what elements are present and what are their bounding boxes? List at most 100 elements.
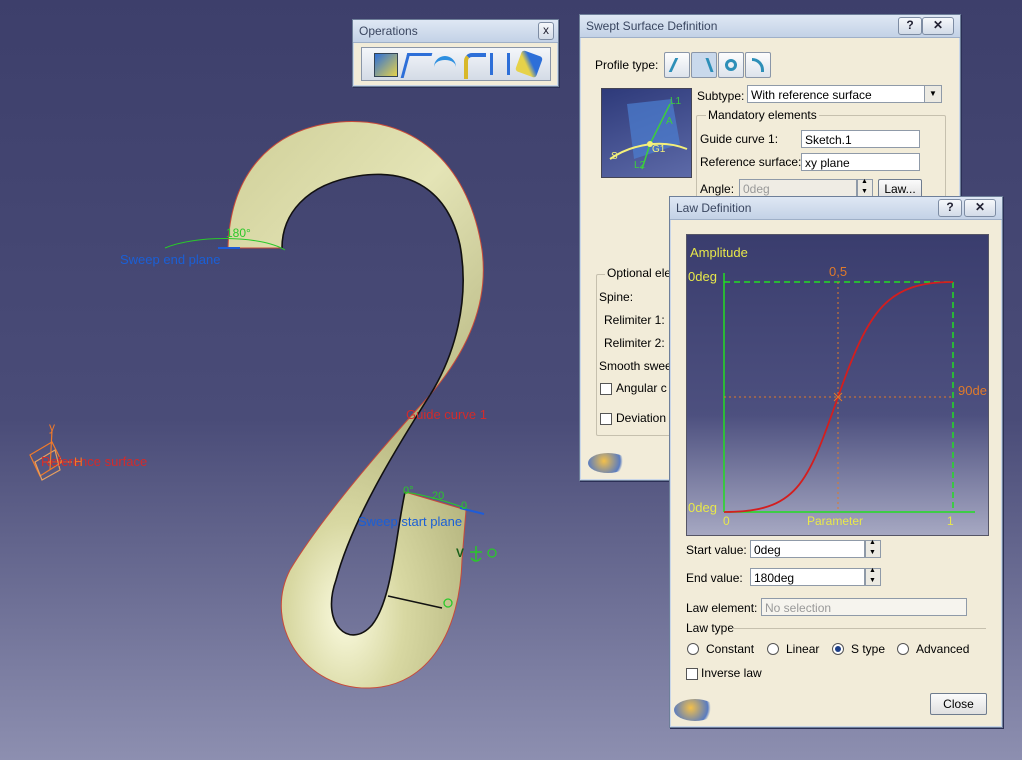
split-icon[interactable] xyxy=(490,53,510,75)
angle-label: 180° xyxy=(226,226,251,240)
guide-curve-field-label: Guide curve 1: xyxy=(700,132,779,146)
s-type-radio[interactable] xyxy=(832,643,844,655)
law-title: Law Definition xyxy=(676,201,752,215)
start-tick-end: 0 xyxy=(461,500,468,512)
preview-s: S xyxy=(611,151,618,162)
angular-label: Angular c xyxy=(616,381,667,395)
operations-icon-strip xyxy=(361,47,551,81)
law-help-button[interactable]: ? xyxy=(938,199,962,217)
surface-inner-edge-upper xyxy=(281,173,464,396)
operations-title: Operations xyxy=(359,24,418,38)
trim-icon[interactable] xyxy=(464,53,486,79)
start-tick-20: 20 xyxy=(432,490,445,502)
angular-checkbox[interactable] xyxy=(600,383,612,395)
line-profile-icon[interactable] xyxy=(691,52,717,78)
axis-y-label: y xyxy=(49,420,55,434)
law-graph[interactable]: Amplitude 0deg 0deg 90de 0,5 0 Parameter… xyxy=(686,234,989,536)
angle-field[interactable]: 0deg xyxy=(739,179,857,197)
sweep-end-plane-label: Sweep end plane xyxy=(120,252,221,267)
mandatory-elements-label: Mandatory elements xyxy=(706,108,819,122)
translate-icon[interactable] xyxy=(400,53,433,78)
circle-profile-icon[interactable] xyxy=(718,52,744,78)
conic-profile-icon[interactable] xyxy=(745,52,771,78)
constant-radio[interactable] xyxy=(687,643,699,655)
anchor-icon[interactable] xyxy=(470,546,482,562)
swept-close-button[interactable]: ✕ xyxy=(922,17,954,35)
advanced-radio[interactable] xyxy=(897,643,909,655)
axis-h-label: H xyxy=(74,455,83,469)
law-close-dialog-button[interactable]: Close xyxy=(930,693,987,715)
linear-radio[interactable] xyxy=(767,643,779,655)
graph-x-label: Parameter xyxy=(807,514,864,528)
preview-l2: L2 xyxy=(634,160,646,171)
graph-x0: 0 xyxy=(723,514,730,528)
graph-top-value: 0deg xyxy=(688,269,717,284)
start-value-label: Start value: xyxy=(686,543,747,557)
end-value-spinner[interactable] xyxy=(865,567,881,586)
manipulator-v-label: V xyxy=(456,546,465,560)
graph-mid-top: 0,5 xyxy=(829,264,848,279)
end-value-label: End value: xyxy=(686,571,743,585)
inverse-law-label: Inverse law xyxy=(701,666,762,680)
start-value-spinner[interactable] xyxy=(865,539,881,558)
operations-close-button[interactable]: x xyxy=(538,22,554,40)
law-close-button[interactable]: ✕ xyxy=(964,199,996,217)
inverse-law-checkbox[interactable] xyxy=(686,668,698,680)
graph-bottom-value: 0deg xyxy=(688,500,717,515)
preview-g1: G1 xyxy=(652,144,666,155)
manipulator-circle[interactable] xyxy=(487,548,497,558)
swept-surface-lower[interactable] xyxy=(280,394,467,689)
extrapolate-icon[interactable] xyxy=(434,56,456,74)
linear-label: Linear xyxy=(786,642,820,656)
angle-field-label: Angle: xyxy=(700,182,735,196)
deviation-label: Deviation xyxy=(616,411,667,425)
catia-logo-icon-law xyxy=(674,699,716,721)
smooth-sweeping-label: Smooth swee xyxy=(599,359,672,373)
graph-axes xyxy=(723,273,975,513)
reference-surface-label: Reference surface xyxy=(41,454,148,469)
guide-curve-field[interactable]: Sketch.1 xyxy=(801,130,920,148)
profile-type-label: Profile type: xyxy=(595,58,659,72)
fillet-icon[interactable] xyxy=(374,53,398,77)
swept-help-button[interactable]: ? xyxy=(898,17,922,35)
subtype-preview-image: L1 A G1 S L2 xyxy=(601,88,692,178)
chevron-down-icon[interactable]: ▼ xyxy=(924,86,941,102)
reference-surface-field-label: Reference surface: xyxy=(700,155,802,169)
law-type-label: Law type xyxy=(686,621,735,635)
spine-label: Spine: xyxy=(599,290,634,304)
sweep-start-plane-label: Sweep start plane xyxy=(358,514,463,529)
explicit-profile-icon[interactable] xyxy=(664,52,690,78)
advanced-label: Advanced xyxy=(916,642,970,656)
relimiter-2-label: Relimiter 2: xyxy=(604,336,665,350)
deviation-checkbox[interactable] xyxy=(600,413,612,425)
swept-titlebar[interactable]: Swept Surface Definition ? ✕ xyxy=(580,15,960,38)
subtype-value: With reference surface xyxy=(751,88,872,102)
swept-surface-upper[interactable] xyxy=(227,121,484,396)
reference-surface-field[interactable]: xy plane xyxy=(801,153,920,171)
graph-amplitude-label: Amplitude xyxy=(690,245,748,260)
preview-a: A xyxy=(666,116,673,127)
relimiter-1-label: Relimiter 1: xyxy=(604,313,665,327)
subtype-label: Subtype: xyxy=(697,89,745,103)
constant-label: Constant xyxy=(706,642,755,656)
start-value-field[interactable]: 0deg xyxy=(750,540,865,558)
law-element-label: Law element: xyxy=(686,601,758,615)
optional-elements-label: Optional ele xyxy=(605,266,674,280)
subtype-select[interactable]: With reference surface ▼ xyxy=(747,85,942,103)
guide-curve-label: Guide curve 1 xyxy=(406,407,487,422)
law-element-field[interactable]: No selection xyxy=(761,598,967,616)
preview-l1: L1 xyxy=(670,96,682,107)
operations-toolbar[interactable]: Operations x xyxy=(352,19,559,87)
law-definition-dialog[interactable]: Law Definition ? ✕ Amplitude 0deg 0deg 9… xyxy=(669,196,1003,728)
boundary-icon[interactable] xyxy=(514,49,544,79)
start-tick-0: 0° xyxy=(403,485,414,497)
law-type-divider xyxy=(732,628,986,629)
swept-title: Swept Surface Definition xyxy=(586,19,718,33)
graph-right-value: 90de xyxy=(958,383,987,398)
end-value-field[interactable]: 180deg xyxy=(750,568,865,586)
angle-spinner[interactable] xyxy=(857,178,873,197)
catia-logo-icon xyxy=(588,453,628,473)
operations-titlebar[interactable]: Operations x xyxy=(353,20,558,43)
graph-x1: 1 xyxy=(947,514,954,528)
law-titlebar[interactable]: Law Definition ? ✕ xyxy=(670,197,1002,220)
